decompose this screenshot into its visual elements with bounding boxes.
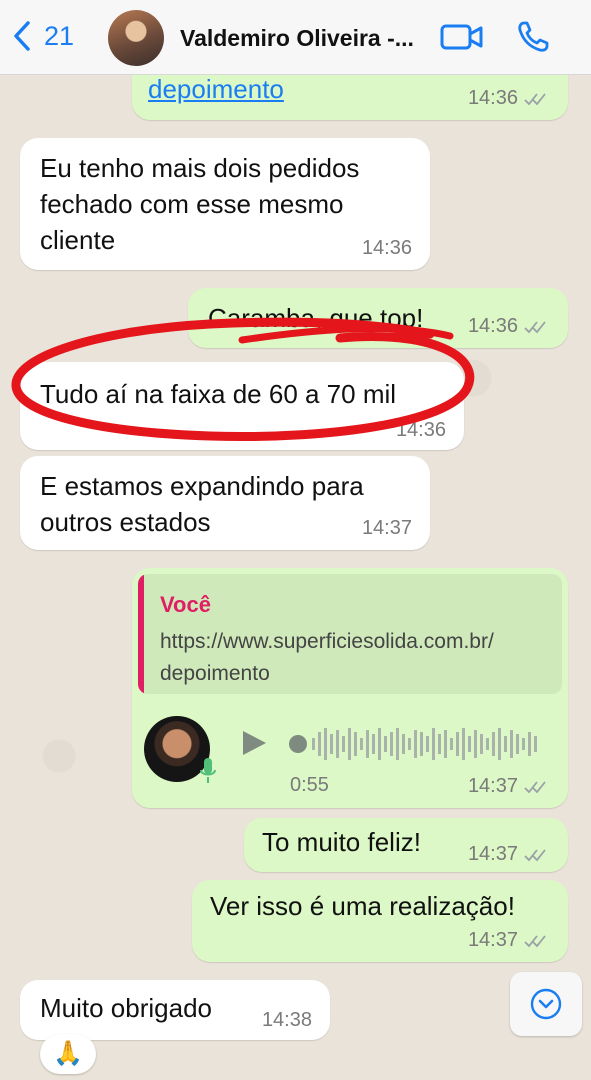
message-text: Eu tenho mais dois pedidos fechado com e… <box>40 153 360 255</box>
read-ticks-icon <box>524 92 546 105</box>
message-bubble-outgoing[interactable]: Ver isso é uma realização! 14:37 <box>192 880 568 962</box>
message-time: 14:37 <box>361 517 412 539</box>
message-meta: 14:36 <box>468 87 550 110</box>
message-time: 14:37 <box>467 775 518 797</box>
message-meta: 14:36 <box>362 237 412 260</box>
read-ticks-icon <box>524 934 546 947</box>
message-bubble-outgoing[interactable]: To muito feliz! 14:37 <box>244 818 568 872</box>
read-ticks-icon <box>524 848 546 861</box>
message-time: 14:38 <box>261 1009 312 1031</box>
quote-bar <box>138 574 144 694</box>
audio-waveform[interactable] <box>288 724 548 764</box>
message-bubble-incoming[interactable]: Tudo aí na faixa de 60 a 70 mil 14:36 <box>20 362 464 450</box>
message-text: Ver isso é uma realização! <box>210 891 515 921</box>
quote-author: Você <box>160 592 211 617</box>
video-call-icon[interactable] <box>440 22 484 52</box>
message-meta: 14:38 <box>262 1009 312 1032</box>
back-button[interactable]: 21 <box>12 20 74 52</box>
message-reaction[interactable]: 🙏 <box>40 1034 96 1074</box>
microphone-icon <box>200 758 216 783</box>
message-link[interactable]: depoimento <box>148 74 284 105</box>
message-bubble-outgoing[interactable]: Caramba, que top! 14:36 <box>188 288 568 348</box>
message-text: To muito feliz! <box>262 827 421 857</box>
message-time: 14:37 <box>467 843 518 865</box>
message-text: E estamos expandindo para outros estados <box>40 471 364 537</box>
message-time: 14:36 <box>395 419 446 441</box>
read-ticks-icon <box>524 320 546 333</box>
play-icon[interactable] <box>240 728 268 758</box>
phone-call-icon[interactable] <box>516 20 550 54</box>
contact-avatar[interactable] <box>108 10 164 66</box>
message-meta: 14:36 <box>468 315 550 338</box>
chevron-left-icon <box>14 21 30 51</box>
message-time: 14:37 <box>467 929 518 951</box>
chat-header: 21 Valdemiro Oliveira -... <box>0 0 591 75</box>
read-ticks-icon <box>524 780 546 793</box>
chevron-down-circle-icon <box>530 988 562 1020</box>
message-bubble-incoming[interactable]: E estamos expandindo para outros estados… <box>20 456 430 550</box>
message-text: Muito obrigado <box>40 993 212 1023</box>
message-time: 14:36 <box>467 87 518 109</box>
message-text: Tudo aí na faixa de 60 a 70 mil <box>40 379 397 409</box>
message-meta: 14:37 <box>468 775 550 798</box>
message-meta: 14:37 <box>468 843 550 866</box>
unread-count: 21 <box>44 20 75 51</box>
voice-message-bubble[interactable]: Você https://www.superficiesolida.com.br… <box>132 568 568 808</box>
message-time: 14:36 <box>467 315 518 337</box>
voice-duration: 0:55 <box>290 774 329 796</box>
contact-name[interactable]: Valdemiro Oliveira -... <box>180 25 414 52</box>
quote-text: https://www.superficiesolida.com.br/ dep… <box>160 630 494 685</box>
quoted-message[interactable]: Você https://www.superficiesolida.com.br… <box>138 574 562 694</box>
message-text: Caramba, que top! <box>208 303 424 333</box>
scroll-to-bottom-button[interactable] <box>510 972 582 1036</box>
message-bubble-incoming[interactable]: Muito obrigado 14:38 <box>20 980 330 1040</box>
message-time: 14:36 <box>361 237 412 259</box>
message-meta: 14:36 <box>396 419 446 442</box>
message-bubble-incoming[interactable]: Eu tenho mais dois pedidos fechado com e… <box>20 138 430 270</box>
message-meta: 14:37 <box>468 929 550 952</box>
message-meta: 14:37 <box>362 517 412 540</box>
